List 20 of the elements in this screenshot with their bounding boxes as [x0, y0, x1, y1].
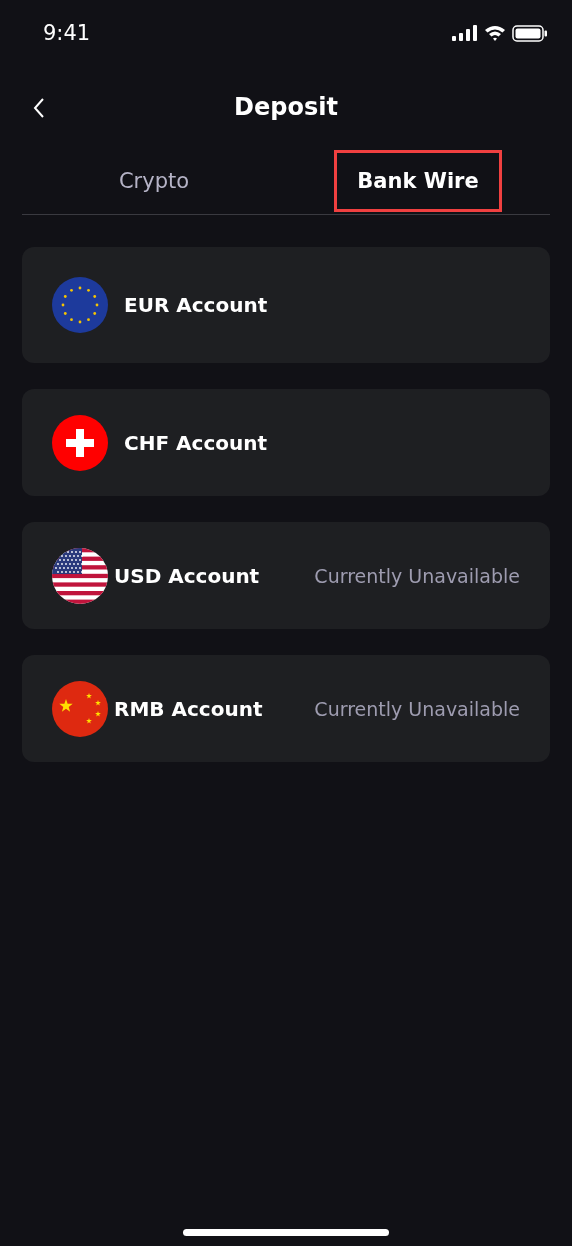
signal-icon [452, 25, 478, 41]
account-name: USD Account [114, 563, 261, 588]
swiss-flag-icon [52, 414, 108, 471]
account-card[interactable]: RMB Account Currently Unavailable [22, 655, 550, 762]
availability-status: Currently Unavailable [314, 564, 520, 587]
page-title: Deposit [234, 93, 338, 121]
account-name: EUR Account [124, 293, 269, 317]
wifi-icon [484, 25, 506, 41]
account-card[interactable]: USD Account Currently Unavailable [22, 522, 550, 629]
account-card[interactable]: EUR Account [22, 247, 550, 363]
eu-flag-icon [52, 277, 108, 333]
tab[interactable]: Bank Wire [334, 150, 502, 212]
account-card[interactable]: CHF Account [22, 389, 550, 496]
account-name: CHF Account [124, 430, 268, 455]
tab[interactable]: Crypto [95, 150, 213, 212]
status-time: 9:41 [43, 21, 91, 45]
battery-icon [512, 24, 548, 42]
availability-status: Currently Unavailable [314, 697, 520, 720]
account-name: RMB Account [114, 696, 264, 721]
china-flag-icon [52, 680, 108, 737]
